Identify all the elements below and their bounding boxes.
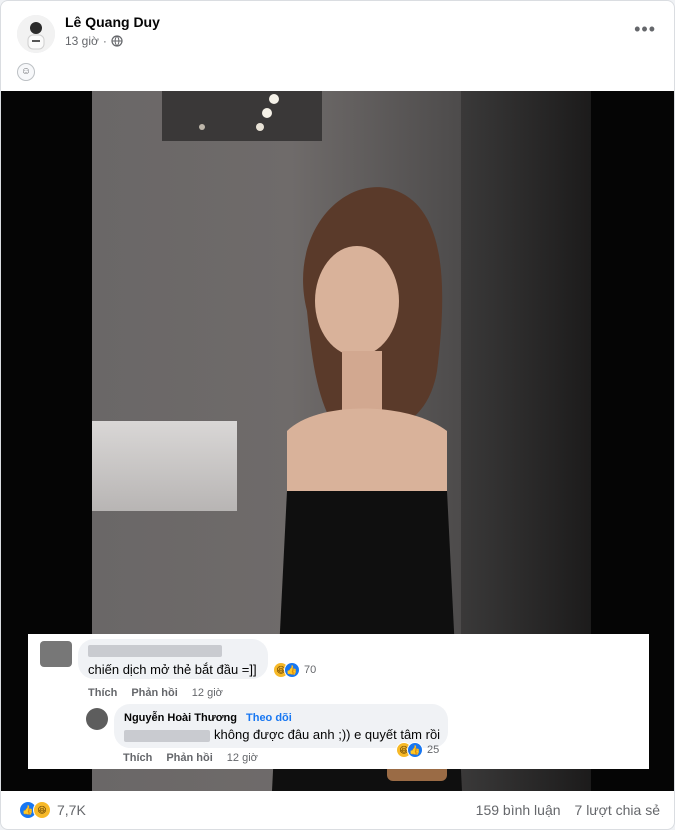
comment-reactions[interactable]: 😆 👍 70 <box>273 662 316 678</box>
blurred-name <box>88 645 222 657</box>
reply-reactions[interactable]: 😆 👍 25 <box>396 742 439 758</box>
more-options-button[interactable]: ••• <box>634 19 656 40</box>
reply-text: không được đâu anh ;)) e quyết tâm rồi <box>214 727 441 742</box>
globe-icon <box>111 35 123 47</box>
comment-reaction-count: 70 <box>304 664 317 676</box>
like-icon: 👍 <box>407 742 423 758</box>
like-comment-button[interactable]: Thích <box>88 687 117 699</box>
like-reply-button[interactable]: Thích <box>123 752 152 764</box>
post-reactions[interactable]: 👍 😆 7,7K <box>19 801 86 819</box>
reply-time[interactable]: 12 giờ <box>227 752 258 764</box>
comment-screenshot: chiến dịch mở thẻ bắt đầu =]] 😆 👍 70 Thí… <box>28 634 649 769</box>
post-stats: 159 bình luận 7 lượt chia sẻ <box>476 802 660 818</box>
haha-icon: 😆 <box>33 801 51 819</box>
reply-actions: Thích Phản hồi 12 giờ <box>123 752 258 764</box>
ceiling-lights <box>162 91 322 141</box>
post-meta: 13 giờ · <box>65 34 123 48</box>
author-name[interactable]: Lê Quang Duy <box>65 14 160 30</box>
shares-count-link[interactable]: 7 lượt chia sẻ <box>575 802 660 818</box>
reply-comment-button[interactable]: Phản hồi <box>131 687 177 699</box>
follow-button[interactable]: Theo dõi <box>246 712 292 724</box>
comment-time[interactable]: 12 giờ <box>192 687 223 699</box>
post-photo[interactable]: chiến dịch mở thẻ bắt đầu =]] 😆 👍 70 Thí… <box>1 91 674 791</box>
face-emoji-icon: ☺ <box>17 63 35 81</box>
commenter-avatar <box>40 641 72 667</box>
post-card: Lê Quang Duy 13 giờ · ••• ☺ chiến dịch m… <box>0 0 675 830</box>
post-time[interactable]: 13 giờ <box>65 34 99 48</box>
comment-text: chiến dịch mở thẻ bắt đầu =]] <box>88 662 257 677</box>
comments-count-link[interactable]: 159 bình luận <box>476 802 561 818</box>
reply-reaction-count: 25 <box>427 744 440 756</box>
reply-avatar <box>86 708 108 730</box>
post-footer: 👍 😆 7,7K 159 bình luận 7 lượt chia sẻ <box>1 791 674 829</box>
like-icon: 👍 <box>284 662 300 678</box>
author-avatar[interactable] <box>17 15 55 53</box>
comment-actions: Thích Phản hồi 12 giờ <box>88 687 223 699</box>
reply-author[interactable]: Nguyễn Hoài Thương <box>124 712 237 724</box>
blurred-tag <box>124 730 210 742</box>
comment-bubble: chiến dịch mở thẻ bắt đầu =]] <box>78 639 268 679</box>
reply-reply-button[interactable]: Phản hồi <box>166 752 212 764</box>
post-reaction-count: 7,7K <box>57 802 86 818</box>
